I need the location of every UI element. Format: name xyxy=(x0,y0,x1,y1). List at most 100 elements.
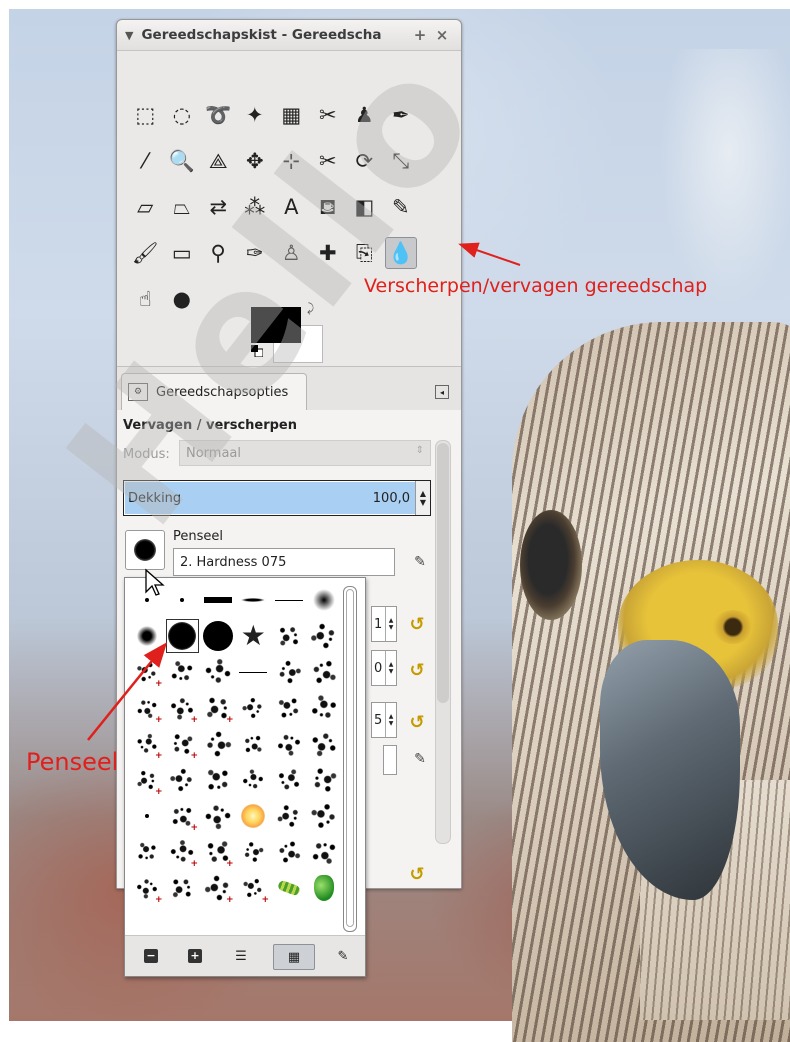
brush-item[interactable] xyxy=(271,798,307,834)
add-tab-button[interactable]: + xyxy=(409,26,431,44)
tool-button[interactable]: ✂ xyxy=(310,138,347,184)
popup-scrollbar[interactable] xyxy=(343,586,357,932)
tool-button[interactable]: ♟ xyxy=(346,92,383,138)
brush-item[interactable] xyxy=(165,870,201,906)
opacity-spinner[interactable]: ▲ ▼ xyxy=(415,481,430,515)
edit-brush-button[interactable]: ✎ xyxy=(331,944,355,968)
ratio-spinner[interactable]: ▲ ▼ xyxy=(385,651,396,685)
tool-button[interactable]: A xyxy=(273,184,310,230)
brush-item[interactable] xyxy=(236,798,272,834)
tool-button[interactable]: 🔍 xyxy=(164,138,201,184)
brush-item[interactable] xyxy=(200,762,236,798)
collapse-icon[interactable]: ▼ xyxy=(125,29,133,42)
tool-button[interactable]: ◧ xyxy=(346,184,383,230)
brush-item[interactable]: + xyxy=(165,798,201,834)
tool-button[interactable]: 💧 xyxy=(383,230,420,276)
close-button[interactable]: × xyxy=(431,26,453,44)
tool-button[interactable]: ✎ xyxy=(383,184,420,230)
tool-button[interactable]: ➰ xyxy=(200,92,237,138)
tab-tool-options[interactable]: ⚙ Gereedschapsopties xyxy=(121,373,307,410)
brush-item[interactable] xyxy=(307,654,343,690)
brush-item[interactable] xyxy=(129,798,165,834)
brush-item[interactable]: + xyxy=(200,690,236,726)
brush-item[interactable] xyxy=(129,834,165,870)
tool-button[interactable]: ⁂ xyxy=(237,184,274,230)
brush-item[interactable] xyxy=(200,726,236,762)
brush-item[interactable] xyxy=(236,834,272,870)
list-view-button[interactable]: ☰ xyxy=(229,944,253,968)
reset-ratio-icon[interactable]: ↺ xyxy=(407,660,427,681)
tool-button[interactable]: ✥ xyxy=(237,138,274,184)
tab-menu-icon[interactable]: ◂ xyxy=(435,385,449,399)
brush-item[interactable] xyxy=(129,618,165,654)
tool-button[interactable]: ▭ xyxy=(164,230,201,276)
ratio-spinbox[interactable]: 0 ▲ ▼ xyxy=(371,650,397,686)
brush-item[interactable] xyxy=(306,833,343,871)
brush-item[interactable] xyxy=(271,654,307,690)
brush-item[interactable] xyxy=(165,582,201,618)
brush-item[interactable] xyxy=(236,582,272,618)
tool-button[interactable]: ✒ xyxy=(383,92,420,138)
brush-item[interactable]: + xyxy=(129,762,165,798)
reset-options-icon[interactable]: ↺ xyxy=(407,864,427,885)
brush-item[interactable] xyxy=(200,618,236,654)
tool-button[interactable]: ✚ xyxy=(310,230,347,276)
brush-item[interactable] xyxy=(307,870,343,906)
brush-item[interactable]: + xyxy=(165,690,201,726)
brush-item[interactable] xyxy=(307,582,343,618)
options-scroll-thumb[interactable] xyxy=(437,443,449,703)
foreground-color-swatch[interactable] xyxy=(251,307,301,343)
tool-button[interactable]: ⇄ xyxy=(200,184,237,230)
brush-item[interactable] xyxy=(271,834,307,870)
tool-button[interactable]: ▦ xyxy=(273,92,310,138)
tool-button[interactable]: ⏢ xyxy=(164,184,201,230)
brush-item[interactable] xyxy=(307,726,343,762)
tool-button[interactable]: ⟳ xyxy=(346,138,383,184)
brush-item[interactable] xyxy=(271,690,307,726)
popup-scroll-thumb[interactable] xyxy=(346,589,354,927)
tool-button[interactable]: ♙ xyxy=(273,230,310,276)
brush-item[interactable] xyxy=(305,689,343,727)
brush-item[interactable] xyxy=(271,870,307,906)
brush-item[interactable]: + xyxy=(236,870,272,906)
angle-spinner[interactable]: ▲ ▼ xyxy=(385,703,396,737)
tool-button[interactable]: ⁄ xyxy=(127,138,164,184)
brush-item[interactable] xyxy=(236,762,272,798)
tool-button[interactable]: ⚲ xyxy=(200,230,237,276)
dynamics-field[interactable] xyxy=(383,745,397,775)
brush-item[interactable] xyxy=(236,654,272,690)
tool-button[interactable]: ⬚ xyxy=(127,92,164,138)
edit-dynamics-icon[interactable]: ✎ xyxy=(411,750,429,768)
brush-item[interactable] xyxy=(199,797,237,835)
brush-item[interactable] xyxy=(200,654,236,690)
brush-item[interactable] xyxy=(271,762,307,798)
reset-angle-icon[interactable]: ↺ xyxy=(407,712,427,733)
tool-button[interactable]: ▱ xyxy=(127,184,164,230)
brush-item[interactable] xyxy=(165,762,201,798)
reset-size-icon[interactable]: ↺ xyxy=(407,614,427,635)
brush-item[interactable]: + xyxy=(129,870,165,906)
edit-brush-icon[interactable]: ✎ xyxy=(411,553,429,571)
brush-item[interactable] xyxy=(165,618,201,654)
tool-button[interactable]: ☝ xyxy=(127,276,164,322)
tool-button[interactable]: ✑ xyxy=(237,230,274,276)
brush-item[interactable] xyxy=(305,617,343,655)
options-scrollbar[interactable] xyxy=(435,440,451,844)
size-spinbox[interactable]: 1 ▲ ▼ xyxy=(371,606,397,642)
brush-name-field[interactable]: 2. Hardness 075 xyxy=(173,548,395,576)
tool-button[interactable]: ⟁ xyxy=(200,138,237,184)
brush-item[interactable] xyxy=(271,726,307,762)
mode-select[interactable]: Normaal ⇕ xyxy=(179,440,431,466)
tool-button[interactable]: 🖌 xyxy=(127,230,164,276)
zoom-in-button[interactable]: + xyxy=(183,944,207,968)
brush-item[interactable] xyxy=(305,761,343,799)
zoom-out-button[interactable]: − xyxy=(139,944,163,968)
brush-item[interactable] xyxy=(165,654,201,690)
angle-spinbox[interactable]: 5 ▲ ▼ xyxy=(371,702,397,738)
brush-item[interactable]: + xyxy=(129,726,165,762)
brush-item[interactable] xyxy=(271,618,307,654)
tool-button[interactable]: ⛾ xyxy=(310,184,347,230)
brush-item[interactable]: + xyxy=(165,726,201,762)
brush-item[interactable]: + xyxy=(199,869,237,907)
tool-button[interactable]: ✦ xyxy=(237,92,274,138)
